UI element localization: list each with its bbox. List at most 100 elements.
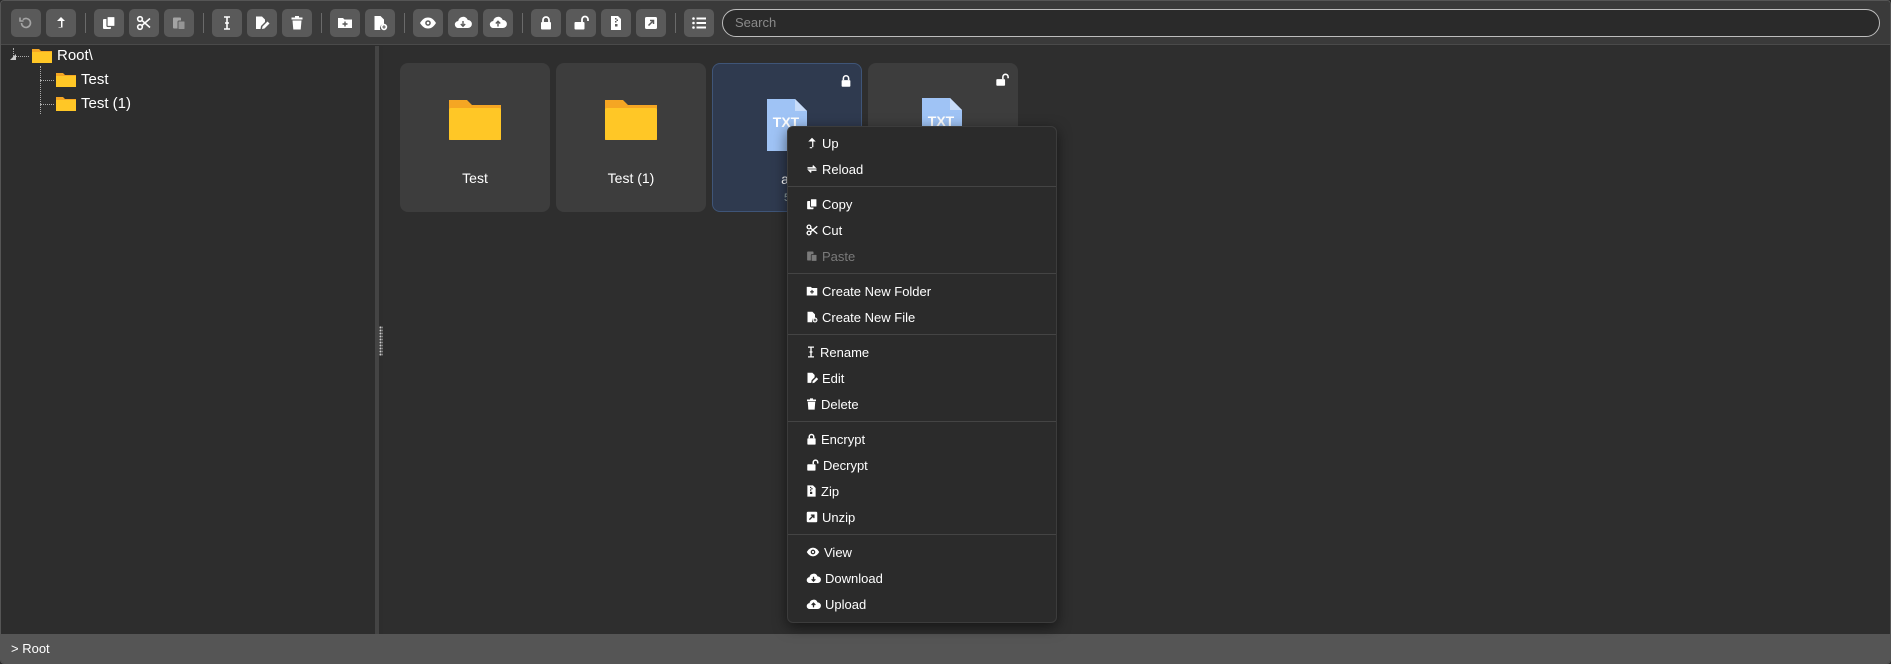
menu-item-paste[interactable]: Paste xyxy=(806,246,855,266)
copy-icon xyxy=(103,15,116,29)
file-edit-icon xyxy=(256,16,270,29)
unlock-icon xyxy=(807,459,819,471)
menu-item-encrypt[interactable]: Encrypt xyxy=(806,429,865,449)
menu-item-copy[interactable]: Copy xyxy=(806,194,852,214)
folder-plus-icon xyxy=(338,17,352,28)
menu-item-label: Encrypt xyxy=(821,431,866,447)
tree-expander-icon xyxy=(10,54,16,60)
menu-item-upload[interactable]: Upload xyxy=(806,594,866,614)
copy-button[interactable] xyxy=(94,8,124,37)
tree-item-test-1[interactable]: Test (1) xyxy=(55,95,131,112)
scissors-icon xyxy=(806,224,818,236)
folder-plus-icon xyxy=(806,286,818,296)
unzip-button[interactable] xyxy=(636,8,666,37)
zip-button[interactable] xyxy=(601,8,631,37)
folder-icon xyxy=(449,100,501,140)
paste-button[interactable] xyxy=(164,8,194,37)
menu-item-label: Create New Folder xyxy=(822,283,932,299)
folder-tree: Root\ Test Test (1) xyxy=(1,46,379,636)
search-placeholder: Search xyxy=(735,15,777,30)
toolbar-divider xyxy=(522,12,523,33)
file-edit-icon xyxy=(807,372,818,384)
file-tile-folder[interactable]: Test (1) xyxy=(556,63,706,212)
undo-icon xyxy=(19,17,32,28)
rename-button[interactable] xyxy=(212,8,242,37)
trash-icon xyxy=(291,15,303,29)
menu-item-label: Upload xyxy=(825,596,867,612)
new-file-button[interactable] xyxy=(365,8,395,37)
menu-item-decrypt[interactable]: Decrypt xyxy=(806,455,868,475)
trash-icon xyxy=(807,398,816,410)
lock-icon xyxy=(541,15,551,29)
menu-item-edit[interactable]: Edit xyxy=(806,368,844,388)
unlock-icon xyxy=(996,73,1009,86)
file-zip-icon xyxy=(807,485,816,497)
scissors-icon xyxy=(136,15,151,30)
view-button[interactable] xyxy=(413,8,443,37)
tree-item-label: Test xyxy=(81,71,109,88)
list-view-button[interactable] xyxy=(684,8,714,37)
menu-item-reload[interactable]: Reload xyxy=(806,159,863,179)
menu-divider xyxy=(788,534,1056,535)
menu-divider xyxy=(788,186,1056,187)
download-button[interactable] xyxy=(448,8,478,37)
copy-icon xyxy=(807,198,818,210)
tree-item-root[interactable]: Root\ xyxy=(31,47,93,64)
menu-item-rename[interactable]: Rename xyxy=(806,342,869,362)
file-zip-icon xyxy=(611,15,621,30)
menu-item-label: Copy xyxy=(822,196,853,212)
menu-item-view[interactable]: View xyxy=(806,542,852,562)
menu-divider xyxy=(788,421,1056,422)
file-tile-folder[interactable]: Test xyxy=(400,63,550,212)
file-plus-icon xyxy=(807,311,818,323)
tree-connector xyxy=(40,80,54,81)
edit-button[interactable] xyxy=(247,8,277,37)
toolbar-divider xyxy=(675,12,676,33)
up-button[interactable] xyxy=(46,8,76,37)
delete-button[interactable] xyxy=(282,8,312,37)
breadcrumb[interactable]: > Root xyxy=(11,641,50,656)
upload-button[interactable] xyxy=(483,8,513,37)
search-input[interactable]: Search xyxy=(722,8,1880,37)
tree-item-label: Root\ xyxy=(57,47,93,64)
toolbar-divider xyxy=(321,12,322,33)
text-cursor-icon xyxy=(808,346,814,358)
folder-icon xyxy=(32,49,52,63)
menu-item-unzip[interactable]: Unzip xyxy=(806,507,855,527)
toolbar-divider xyxy=(404,12,405,33)
decrypt-button[interactable] xyxy=(566,8,596,37)
folder-icon xyxy=(56,97,76,111)
up-arrow-icon xyxy=(57,16,65,28)
tree-item-label: Test (1) xyxy=(81,95,132,112)
menu-item-download[interactable]: Download xyxy=(806,568,883,588)
paste-icon xyxy=(173,17,186,30)
context-menu: Up Reload Copy Cut Paste Create New Fold… xyxy=(787,126,1057,623)
up-arrow-icon xyxy=(808,137,816,149)
menu-item-create-file[interactable]: Create New File xyxy=(806,307,915,327)
reload-button[interactable] xyxy=(11,8,41,37)
folder-icon xyxy=(56,73,76,87)
toolbar-divider xyxy=(85,12,86,33)
lock-icon xyxy=(807,433,816,445)
menu-item-delete[interactable]: Delete xyxy=(806,394,859,414)
menu-item-label: Zip xyxy=(821,483,840,499)
file-unzip-icon xyxy=(645,16,657,29)
encrypt-button[interactable] xyxy=(531,8,561,37)
menu-item-label: Create New File xyxy=(822,309,916,325)
file-grid: Test Test (1) TXT a. 5 TXT xyxy=(383,46,1890,636)
tree-connector xyxy=(40,104,54,105)
menu-item-label: Download xyxy=(825,570,883,586)
menu-item-label: Rename xyxy=(820,344,870,360)
menu-item-label: View xyxy=(824,544,852,560)
menu-item-cut[interactable]: Cut xyxy=(806,220,842,240)
menu-item-zip[interactable]: Zip xyxy=(806,481,839,501)
status-bar: > Root xyxy=(1,634,1890,663)
file-plus-icon xyxy=(374,15,388,30)
new-folder-button[interactable] xyxy=(330,8,360,37)
tree-item-test[interactable]: Test xyxy=(55,71,109,88)
cut-button[interactable] xyxy=(129,8,159,37)
folder-icon xyxy=(605,100,657,140)
menu-item-up[interactable]: Up xyxy=(806,133,839,153)
menu-item-create-folder[interactable]: Create New Folder xyxy=(806,281,931,301)
cloud-download-icon xyxy=(806,573,821,584)
